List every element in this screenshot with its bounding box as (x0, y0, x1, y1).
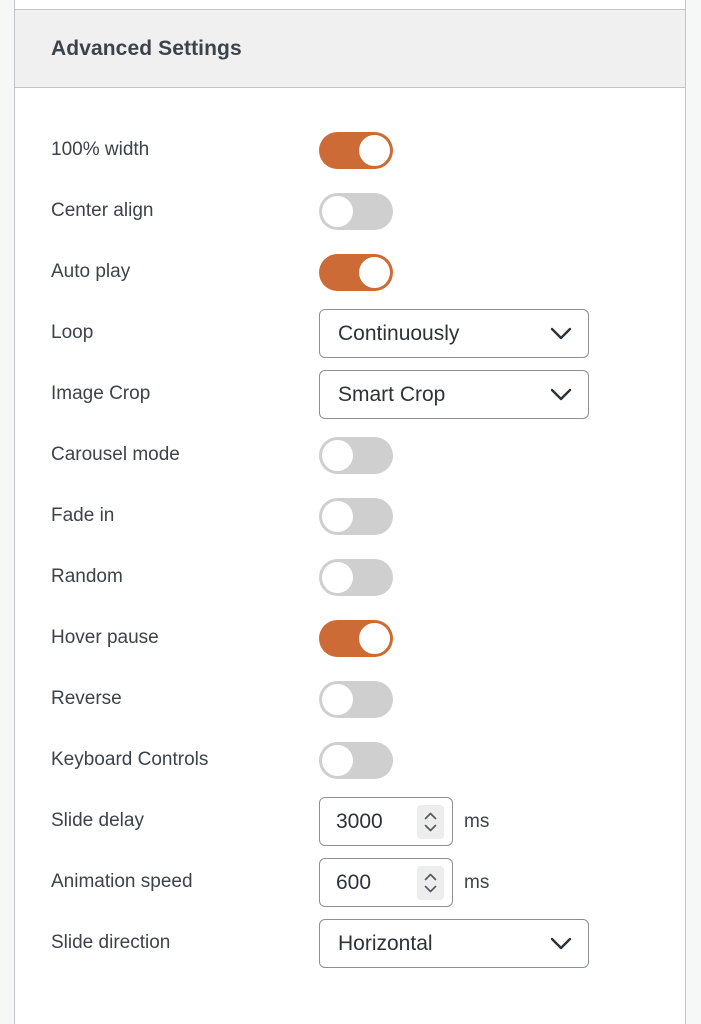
toggle-fade-in[interactable] (319, 498, 393, 535)
setting-label-reverse: Reverse (51, 688, 122, 710)
setting-row-carousel-mode: Carousel mode (15, 425, 685, 486)
setting-row-hover-pause: Hover pause (15, 608, 685, 669)
select-value-image-crop: Smart Crop (338, 382, 446, 406)
setting-control-hover-pause (319, 620, 393, 657)
setting-label-image-crop: Image Crop (51, 383, 151, 405)
toggle-random[interactable] (319, 559, 393, 596)
page-title: Advanced Settings (51, 36, 242, 60)
number-stepper-slide-delay[interactable] (417, 805, 444, 839)
setting-control-slide-delay: 3000 ms (319, 797, 489, 846)
number-stepper-animation-speed[interactable] (417, 866, 444, 900)
panel-header: Advanced Settings (15, 10, 685, 88)
setting-row-image-crop: Image Crop Smart Crop (15, 364, 685, 425)
setting-control-slide-direction: Horizontal (319, 919, 589, 968)
toggle-knob (359, 135, 390, 166)
toggle-carousel-mode[interactable] (319, 437, 393, 474)
setting-row-animation-speed: Animation speed 600 ms (15, 852, 685, 913)
toggle-knob (322, 440, 353, 471)
select-image-crop[interactable]: Smart Crop (319, 370, 589, 419)
toggle-100-width[interactable] (319, 132, 393, 169)
setting-control-animation-speed: 600 ms (319, 858, 489, 907)
setting-label-carousel-mode: Carousel mode (51, 444, 180, 466)
setting-row-random: Random (15, 547, 685, 608)
toggle-knob (322, 745, 353, 776)
spinner-down-arrow-icon[interactable] (424, 824, 437, 832)
select-value-slide-direction: Horizontal (338, 931, 433, 955)
setting-row-keyboard-controls: Keyboard Controls (15, 730, 685, 791)
setting-row-slide-delay: Slide delay 3000 ms (15, 791, 685, 852)
select-value-loop: Continuously (338, 321, 460, 345)
setting-control-keyboard-controls (319, 742, 393, 779)
toggle-knob (359, 257, 390, 288)
select-slide-direction[interactable]: Horizontal (319, 919, 589, 968)
setting-row-loop: Loop Continuously (15, 303, 685, 364)
setting-control-reverse (319, 681, 393, 718)
toggle-knob (322, 196, 353, 227)
toggle-center-align[interactable] (319, 193, 393, 230)
setting-row-reverse: Reverse (15, 669, 685, 730)
spinner-up-arrow-icon[interactable] (424, 812, 437, 820)
toggle-auto-play[interactable] (319, 254, 393, 291)
number-input-animation-speed[interactable]: 600 (319, 858, 453, 907)
setting-row-fade-in: Fade in (15, 486, 685, 547)
setting-control-fade-in (319, 498, 393, 535)
select-loop[interactable]: Continuously (319, 309, 589, 358)
setting-row-auto-play: Auto play (15, 242, 685, 303)
setting-control-auto-play (319, 254, 393, 291)
toggle-hover-pause[interactable] (319, 620, 393, 657)
setting-control-carousel-mode (319, 437, 393, 474)
setting-label-slide-direction: Slide direction (51, 932, 171, 954)
setting-row-center-align: Center align (15, 181, 685, 242)
toggle-knob (322, 501, 353, 532)
toggle-keyboard-controls[interactable] (319, 742, 393, 779)
setting-control-center-align (319, 193, 393, 230)
spinner-up-arrow-icon[interactable] (424, 873, 437, 881)
setting-label-random: Random (51, 566, 123, 588)
setting-label-fade-in: Fade in (51, 505, 115, 527)
setting-label-slide-delay: Slide delay (51, 810, 144, 832)
setting-label-loop: Loop (51, 322, 94, 344)
unit-label-slide-delay: ms (464, 810, 490, 832)
setting-label-auto-play: Auto play (51, 261, 131, 283)
chevron-down-icon (550, 388, 572, 402)
setting-control-100-width (319, 132, 393, 169)
setting-label-hover-pause: Hover pause (51, 627, 159, 649)
setting-control-loop: Continuously (319, 309, 589, 358)
chevron-down-icon (550, 937, 572, 951)
setting-control-image-crop: Smart Crop (319, 370, 589, 419)
number-value-animation-speed: 600 (336, 870, 372, 894)
settings-list: 100% width Center align Auto play Loop Conti… (15, 120, 685, 974)
panel-top-divider (15, 0, 685, 10)
number-value-slide-delay: 3000 (336, 809, 383, 833)
number-input-slide-delay[interactable]: 3000 (319, 797, 453, 846)
toggle-knob (322, 684, 353, 715)
setting-label-keyboard-controls: Keyboard Controls (51, 749, 209, 771)
toggle-knob (322, 562, 353, 593)
spinner-down-arrow-icon[interactable] (424, 885, 437, 893)
toggle-reverse[interactable] (319, 681, 393, 718)
toggle-knob (359, 623, 390, 654)
setting-label-animation-speed: Animation speed (51, 871, 193, 893)
setting-row-slide-direction: Slide direction Horizontal (15, 913, 685, 974)
unit-label-animation-speed: ms (464, 871, 490, 893)
setting-label-center-align: Center align (51, 200, 154, 222)
advanced-settings-panel: Advanced Settings 100% width Center align… (14, 0, 686, 1024)
chevron-down-icon (550, 327, 572, 341)
setting-control-random (319, 559, 393, 596)
setting-label-100-width: 100% width (51, 139, 150, 161)
setting-row-100-width: 100% width (15, 120, 685, 181)
